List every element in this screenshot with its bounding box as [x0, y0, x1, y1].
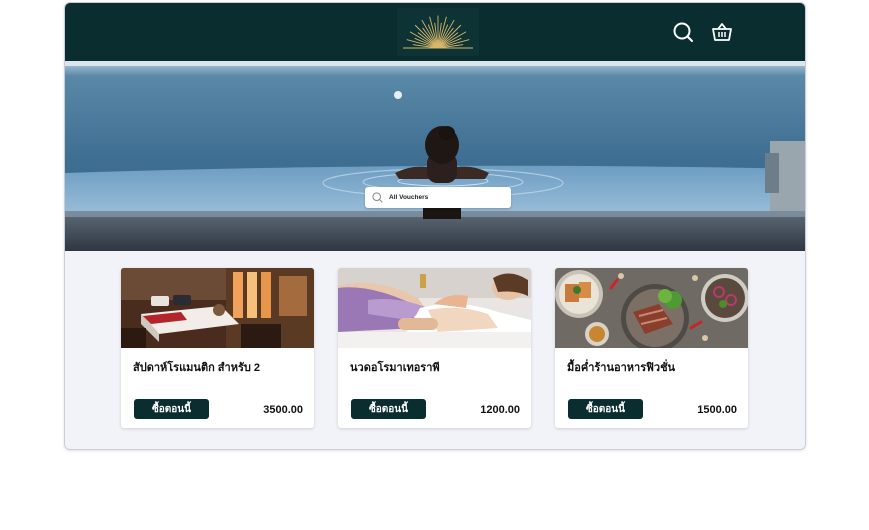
- voucher-list: สัปดาห์โรแมนติก สำหรับ 2 ซื้อตอนนี้ 3500…: [65, 251, 805, 449]
- buy-now-button[interactable]: ซื้อตอนนี้: [134, 399, 209, 419]
- voucher-title: สัปดาห์โรแมนติก สำหรับ 2: [133, 362, 261, 374]
- buy-now-button[interactable]: ซื้อตอนนี้: [568, 399, 643, 419]
- voucher-card[interactable]: สัปดาห์โรแมนติก สำหรับ 2 ซื้อตอนนี้ 3500…: [121, 268, 314, 428]
- voucher-title: นวดอโรมาเทอราพี: [350, 362, 440, 374]
- search-icon[interactable]: [672, 21, 694, 43]
- voucher-search-input[interactable]: All Vouchers: [365, 187, 511, 208]
- hotel-room-image: [121, 268, 314, 348]
- basket-icon[interactable]: [711, 21, 733, 43]
- massage-image: [338, 268, 531, 348]
- search-icon: [372, 192, 383, 203]
- site-header: [65, 3, 805, 61]
- voucher-card[interactable]: มื้อค่ำร้านอาหารฟิวชั่น ซื้อตอนนี้ 1500.…: [555, 268, 748, 428]
- voucher-price: 1500.00: [697, 404, 737, 416]
- sunburst-logo[interactable]: [397, 8, 479, 56]
- voucher-card[interactable]: นวดอโรมาเทอราพี ซื้อตอนนี้ 1200.00: [338, 268, 531, 428]
- voucher-price: 1200.00: [480, 404, 520, 416]
- food-dishes-image: [555, 268, 748, 348]
- browser-window: All Vouchers สัปดาห์โรแมนติก สำหรับ 2 ซื…: [64, 2, 806, 450]
- hero-banner: All Vouchers: [65, 61, 805, 251]
- search-placeholder: All Vouchers: [389, 194, 429, 201]
- buy-now-button[interactable]: ซื้อตอนนี้: [351, 399, 426, 419]
- voucher-title: มื้อค่ำร้านอาหารฟิวชั่น: [567, 362, 676, 374]
- voucher-price: 3500.00: [263, 404, 303, 416]
- infinity-pool-image: [65, 61, 805, 251]
